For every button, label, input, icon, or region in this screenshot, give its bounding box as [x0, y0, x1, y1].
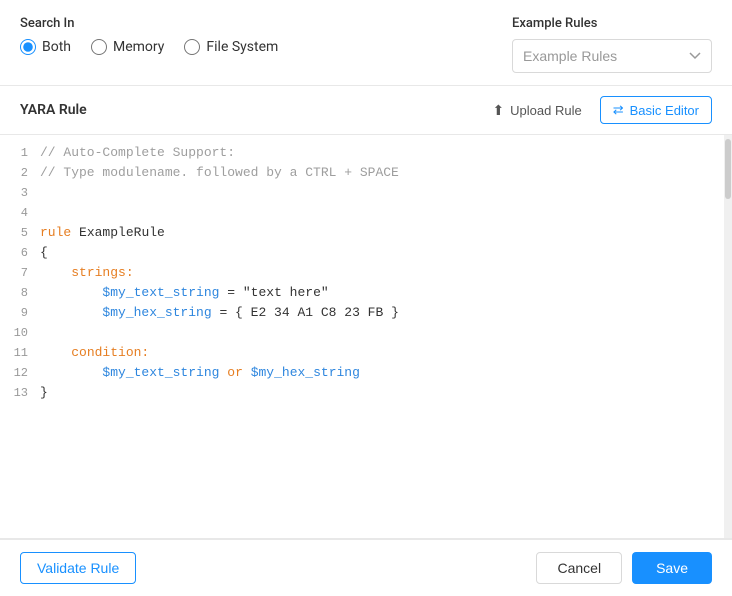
line-num-13: 13: [0, 383, 40, 403]
save-button[interactable]: Save: [632, 552, 712, 584]
line-num-10: 10: [0, 323, 40, 343]
search-in-group: Search In Both Memory File System: [20, 16, 278, 55]
search-in-label: Search In: [20, 16, 278, 31]
example-rules-group: Example Rules Example Rules: [512, 16, 712, 73]
line-content-7: strings:: [40, 263, 724, 283]
radio-memory[interactable]: Memory: [91, 39, 164, 55]
line-num-6: 6: [0, 243, 40, 263]
line-content-3: [40, 183, 724, 203]
line-content-11: condition:: [40, 343, 724, 363]
line-num-8: 8: [0, 283, 40, 303]
top-section: Search In Both Memory File System Exampl…: [0, 0, 732, 86]
line-num-11: 11: [0, 343, 40, 363]
radio-both-label[interactable]: Both: [42, 39, 71, 55]
code-line-12: 12 $my_text_string or $my_hex_string: [0, 363, 724, 383]
upload-rule-button[interactable]: ⬆ Upload Rule: [484, 98, 589, 123]
line-num-12: 12: [0, 363, 40, 383]
code-line-3: 3: [0, 183, 724, 203]
code-editor-wrapper: 1 // Auto-Complete Support: 2 // Type mo…: [0, 135, 732, 539]
line-content-4: [40, 203, 724, 223]
code-line-2: 2 // Type modulename. followed by a CTRL…: [0, 163, 724, 183]
upload-rule-label: Upload Rule: [510, 103, 582, 118]
radio-group: Both Memory File System: [20, 39, 278, 55]
line-content-13: }: [40, 383, 724, 403]
line-num-4: 4: [0, 203, 40, 223]
code-line-5: 5 rule ExampleRule: [0, 223, 724, 243]
line-content-9: $my_hex_string = { E2 34 A1 C8 23 FB }: [40, 303, 724, 323]
code-line-7: 7 strings:: [0, 263, 724, 283]
code-line-13: 13 }: [0, 383, 724, 403]
radio-both[interactable]: Both: [20, 39, 71, 55]
code-line-4: 4: [0, 203, 724, 223]
code-line-9: 9 $my_hex_string = { E2 34 A1 C8 23 FB }: [0, 303, 724, 323]
upload-icon: ⬆: [492, 102, 504, 119]
footer: Validate Rule Cancel Save: [0, 539, 732, 596]
swap-icon: ⇄: [613, 102, 624, 118]
radio-filesystem-label[interactable]: File System: [206, 39, 278, 55]
yara-title: YARA Rule: [20, 102, 87, 118]
code-line-11: 11 condition:: [0, 343, 724, 363]
code-line-1: 1 // Auto-Complete Support:: [0, 143, 724, 163]
cancel-button[interactable]: Cancel: [536, 552, 622, 584]
line-num-5: 5: [0, 223, 40, 243]
line-content-8: $my_text_string = "text here": [40, 283, 724, 303]
line-num-7: 7: [0, 263, 40, 283]
line-num-9: 9: [0, 303, 40, 323]
example-rules-select[interactable]: Example Rules: [512, 39, 712, 73]
line-content-5: rule ExampleRule: [40, 223, 724, 243]
scrollbar[interactable]: [724, 135, 732, 538]
yara-actions: ⬆ Upload Rule ⇄ Basic Editor: [484, 96, 712, 124]
line-content-2: // Type modulename. followed by a CTRL +…: [40, 163, 724, 183]
line-content-12: $my_text_string or $my_hex_string: [40, 363, 724, 383]
line-content-10: [40, 323, 724, 343]
validate-rule-button[interactable]: Validate Rule: [20, 552, 136, 584]
code-editor[interactable]: 1 // Auto-Complete Support: 2 // Type mo…: [0, 135, 724, 538]
line-num-3: 3: [0, 183, 40, 203]
basic-editor-label: Basic Editor: [630, 103, 699, 118]
footer-right: Cancel Save: [536, 552, 712, 584]
code-line-10: 10: [0, 323, 724, 343]
code-line-6: 6 {: [0, 243, 724, 263]
line-num-2: 2: [0, 163, 40, 183]
code-line-8: 8 $my_text_string = "text here": [0, 283, 724, 303]
yara-header: YARA Rule ⬆ Upload Rule ⇄ Basic Editor: [0, 86, 732, 135]
radio-memory-label[interactable]: Memory: [113, 39, 164, 55]
scrollbar-thumb[interactable]: [725, 139, 731, 199]
basic-editor-button[interactable]: ⇄ Basic Editor: [600, 96, 712, 124]
line-content-1: // Auto-Complete Support:: [40, 143, 724, 163]
radio-filesystem[interactable]: File System: [184, 39, 278, 55]
line-num-1: 1: [0, 143, 40, 163]
line-content-6: {: [40, 243, 724, 263]
example-rules-label: Example Rules: [512, 16, 712, 31]
